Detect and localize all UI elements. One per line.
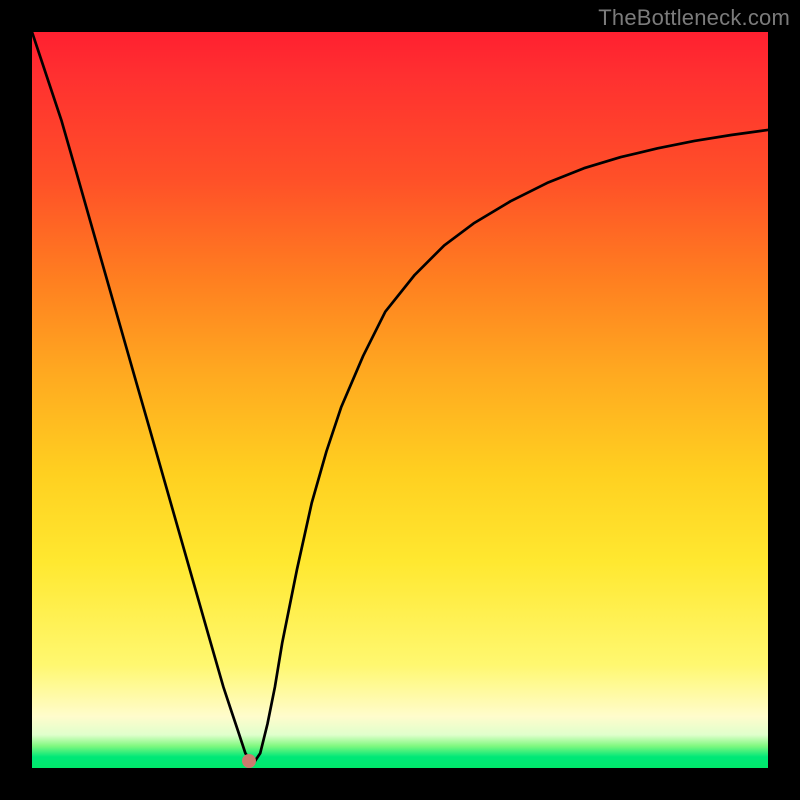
plot-area xyxy=(32,32,768,768)
attribution-text: TheBottleneck.com xyxy=(598,5,790,31)
minimum-marker-dot xyxy=(242,754,256,768)
chart-frame: TheBottleneck.com xyxy=(0,0,800,800)
bottleneck-curve xyxy=(32,32,768,768)
